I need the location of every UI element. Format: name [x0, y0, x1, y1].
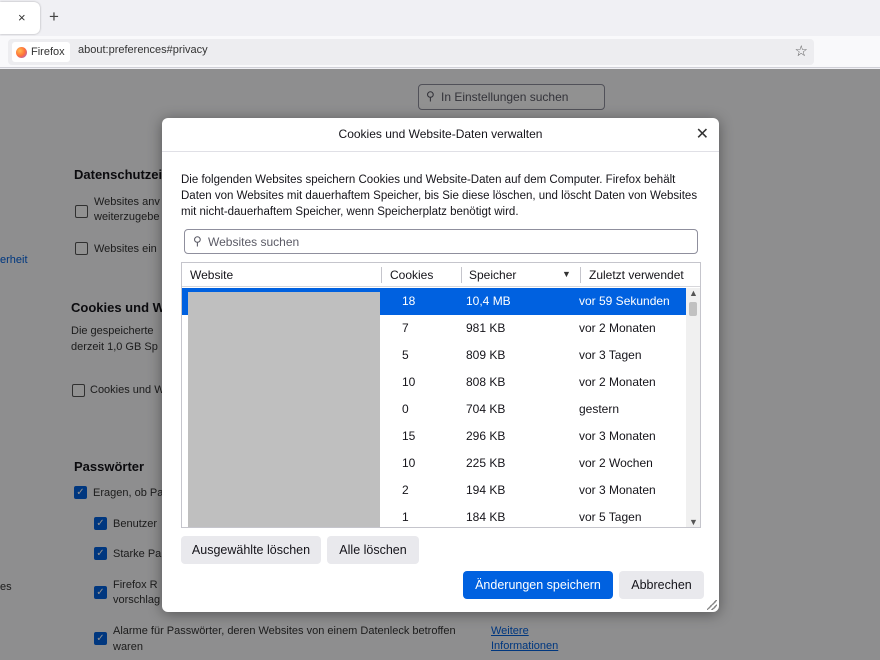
cookies-cell: 5	[402, 348, 409, 362]
url-text[interactable]: about:preferences#privacy	[78, 44, 208, 56]
column-header-cookies[interactable]: Cookies	[390, 268, 433, 282]
column-header-storage[interactable]: Speicher	[469, 268, 516, 282]
identity-box[interactable]: Firefox	[12, 42, 70, 62]
website-data-table: Website Cookies Speicher ▼ Zuletzt verwe…	[181, 262, 701, 528]
last-used-cell: vor 2 Monaten	[579, 375, 656, 389]
storage-cell: 981 KB	[466, 321, 506, 335]
last-used-cell: vor 2 Monaten	[579, 321, 656, 335]
cookies-dialog: Cookies und Website-Daten verwalten ✕ Di…	[162, 118, 719, 612]
dialog-title: Cookies und Website-Daten verwalten	[338, 127, 543, 141]
url-bar[interactable]: Firefox about:preferences#privacy ☆	[8, 39, 814, 65]
storage-cell: 10,4 MB	[466, 294, 511, 308]
resize-grip-icon[interactable]	[707, 600, 717, 610]
last-used-cell: vor 2 Wochen	[579, 456, 653, 470]
column-divider[interactable]	[580, 267, 581, 283]
column-header-last-used[interactable]: Zuletzt verwendet	[589, 268, 684, 282]
remove-selected-button[interactable]: Ausgewählte löschen	[181, 536, 321, 564]
cancel-button[interactable]: Abbrechen	[619, 571, 704, 599]
column-divider[interactable]	[461, 267, 462, 283]
tab-bar: × +	[0, 0, 880, 36]
last-used-cell: vor 3 Monaten	[579, 429, 656, 443]
table-body: 18 10,4 MB vor 59 Sekunden 7 981 KB vor …	[182, 288, 687, 527]
cookies-cell: 0	[402, 402, 409, 416]
cookies-cell: 7	[402, 321, 409, 335]
save-changes-button[interactable]: Änderungen speichern	[463, 571, 613, 599]
cookies-cell: 15	[402, 429, 416, 443]
cookies-cell: 10	[402, 375, 416, 389]
storage-cell: 194 KB	[466, 483, 506, 497]
website-search-placeholder: Websites suchen	[208, 235, 300, 249]
cookies-cell: 10	[402, 456, 416, 470]
last-used-cell: vor 5 Tagen	[579, 510, 642, 524]
active-tab[interactable]: ×	[0, 2, 40, 34]
cookies-cell: 1	[402, 510, 409, 524]
scroll-up-icon[interactable]: ▲	[689, 288, 698, 298]
last-used-cell: vor 3 Monaten	[579, 483, 656, 497]
column-header-website[interactable]: Website	[190, 268, 233, 282]
dialog-description: Die folgenden Websites speichern Cookies…	[181, 174, 698, 218]
storage-cell: 184 KB	[466, 510, 506, 524]
scroll-down-icon[interactable]: ▼	[689, 517, 698, 527]
firefox-logo-icon	[16, 46, 27, 58]
navigation-bar: Firefox about:preferences#privacy ☆	[0, 36, 880, 68]
sort-descending-icon: ▼	[562, 269, 571, 279]
last-used-cell: gestern	[579, 402, 620, 416]
table-scrollbar[interactable]: ▲ ▼	[686, 288, 700, 527]
last-used-cell: vor 59 Sekunden	[579, 294, 670, 308]
storage-cell: 225 KB	[466, 456, 506, 470]
remove-all-button[interactable]: Alle löschen	[327, 536, 419, 564]
website-search-input[interactable]: ⚲ Websites suchen	[184, 229, 698, 254]
star-icon[interactable]: ☆	[795, 42, 808, 60]
storage-cell: 296 KB	[466, 429, 506, 443]
new-tab-button[interactable]: +	[49, 7, 59, 27]
search-icon: ⚲	[193, 234, 202, 248]
cookies-cell: 2	[402, 483, 409, 497]
table-header: Website Cookies Speicher ▼ Zuletzt verwe…	[182, 263, 700, 287]
storage-cell: 808 KB	[466, 375, 506, 389]
storage-cell: 704 KB	[466, 402, 506, 416]
column-divider[interactable]	[381, 267, 382, 283]
last-used-cell: vor 3 Tagen	[579, 348, 642, 362]
close-tab-icon[interactable]: ×	[18, 10, 26, 25]
close-icon[interactable]: ✕	[696, 124, 709, 144]
cookies-cell: 18	[402, 294, 416, 308]
redacted-website-names	[188, 292, 380, 527]
title-divider	[162, 151, 719, 152]
identity-label: Firefox	[31, 46, 65, 58]
scroll-thumb[interactable]	[689, 302, 697, 316]
storage-cell: 809 KB	[466, 348, 506, 362]
